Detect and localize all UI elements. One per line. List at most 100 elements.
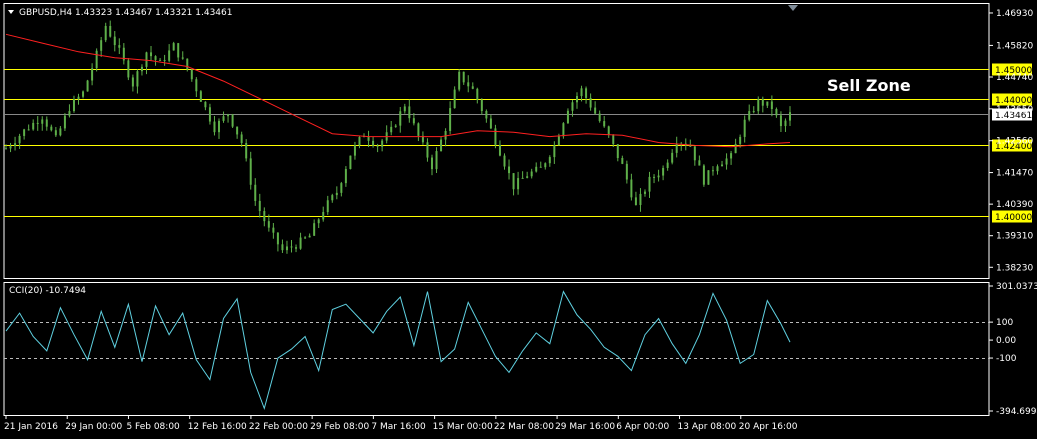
- candle: [122, 43, 125, 65]
- candle-body: [213, 121, 216, 133]
- candle-body: [177, 43, 180, 58]
- candle: [417, 122, 420, 142]
- candle-body: [14, 143, 17, 147]
- candle: [766, 101, 769, 108]
- candle-body: [639, 193, 642, 206]
- candle: [752, 106, 755, 114]
- candle: [177, 42, 180, 62]
- candle: [381, 138, 384, 152]
- candle-body: [657, 175, 660, 178]
- price-tick-label: 1.43650: [996, 105, 1033, 115]
- candle-body: [236, 126, 239, 135]
- candle: [530, 168, 533, 179]
- time-tick-label: 15 Mar 00:00: [433, 422, 493, 432]
- candle: [331, 193, 334, 203]
- candle-body: [335, 192, 338, 196]
- time-tick-label: 6 Apr 00:00: [616, 422, 669, 432]
- candle-body: [168, 50, 171, 61]
- time-tick-label: 5 Feb 08:00: [126, 422, 180, 432]
- candle: [643, 189, 646, 197]
- candle-body: [494, 128, 497, 145]
- candle: [521, 171, 524, 179]
- candle-body: [408, 106, 411, 119]
- candle: [208, 103, 211, 125]
- candle-body: [172, 43, 175, 51]
- candle-body: [199, 91, 202, 102]
- candle-body: [548, 157, 551, 164]
- main-chart-frame: [3, 3, 990, 279]
- cci-tick-label: 301.0373: [996, 282, 1037, 292]
- candle: [498, 140, 501, 157]
- candle-body: [707, 170, 710, 185]
- candle-body: [54, 130, 57, 136]
- candle: [689, 139, 692, 147]
- candle: [118, 38, 121, 55]
- candle: [675, 136, 678, 158]
- candlestick-series: [5, 20, 791, 254]
- candle: [326, 195, 329, 215]
- candle-body: [32, 122, 35, 130]
- candle-body: [95, 50, 98, 69]
- candle: [254, 178, 257, 206]
- candle: [566, 108, 569, 124]
- candle: [281, 239, 284, 253]
- candle: [467, 75, 470, 93]
- candle-body: [612, 134, 615, 145]
- candle-body: [430, 157, 433, 170]
- candle-body: [752, 111, 755, 113]
- candle: [789, 106, 791, 127]
- candle: [213, 116, 216, 136]
- candle-body: [675, 143, 678, 153]
- candle-body: [757, 98, 760, 112]
- candle-body: [27, 129, 30, 131]
- candle: [358, 136, 361, 149]
- candle: [109, 20, 112, 38]
- candle: [430, 154, 433, 176]
- candle-body: [603, 121, 606, 127]
- candle-body: [190, 69, 193, 80]
- candle: [453, 86, 456, 109]
- candle-body: [412, 118, 415, 124]
- candle: [385, 125, 388, 144]
- candle: [743, 115, 746, 143]
- candle-body: [566, 110, 569, 124]
- candle: [680, 141, 683, 151]
- candle: [408, 99, 411, 123]
- candle-body: [340, 183, 343, 193]
- candle: [313, 219, 316, 237]
- candle-body: [317, 219, 320, 224]
- candle: [45, 116, 48, 131]
- candle: [503, 153, 506, 170]
- candle: [322, 206, 325, 222]
- candle: [748, 104, 751, 122]
- time-tick-label: 22 Feb 00:00: [249, 422, 308, 432]
- candle-body: [304, 237, 307, 239]
- candle: [594, 101, 597, 115]
- candle: [32, 119, 35, 131]
- candle: [630, 173, 633, 201]
- candle: [295, 244, 298, 253]
- candle: [231, 113, 234, 128]
- time-tick-label: 21 Jan 2016: [4, 422, 58, 432]
- candle: [113, 31, 116, 52]
- candle-body: [562, 123, 565, 137]
- triangle-down-icon[interactable]: [8, 10, 14, 14]
- candle-body: [344, 169, 347, 184]
- candle-body: [140, 66, 143, 72]
- chart-shift-marker-icon[interactable]: [788, 5, 798, 11]
- candle: [471, 82, 474, 90]
- candle: [440, 136, 443, 152]
- candle-body: [100, 40, 103, 51]
- candle-body: [535, 166, 538, 172]
- cci-indicator-label: CCI(20) -10.7494: [9, 286, 86, 296]
- candle-body: [131, 77, 134, 87]
- candle: [245, 139, 248, 162]
- candle-body: [245, 142, 248, 159]
- candle: [426, 138, 429, 162]
- candle-body: [784, 120, 787, 127]
- candle: [639, 188, 642, 212]
- candle: [553, 141, 556, 164]
- sell-zone-annotation[interactable]: Sell Zone: [827, 76, 911, 95]
- candle-body: [276, 232, 279, 245]
- candle-body: [716, 166, 719, 172]
